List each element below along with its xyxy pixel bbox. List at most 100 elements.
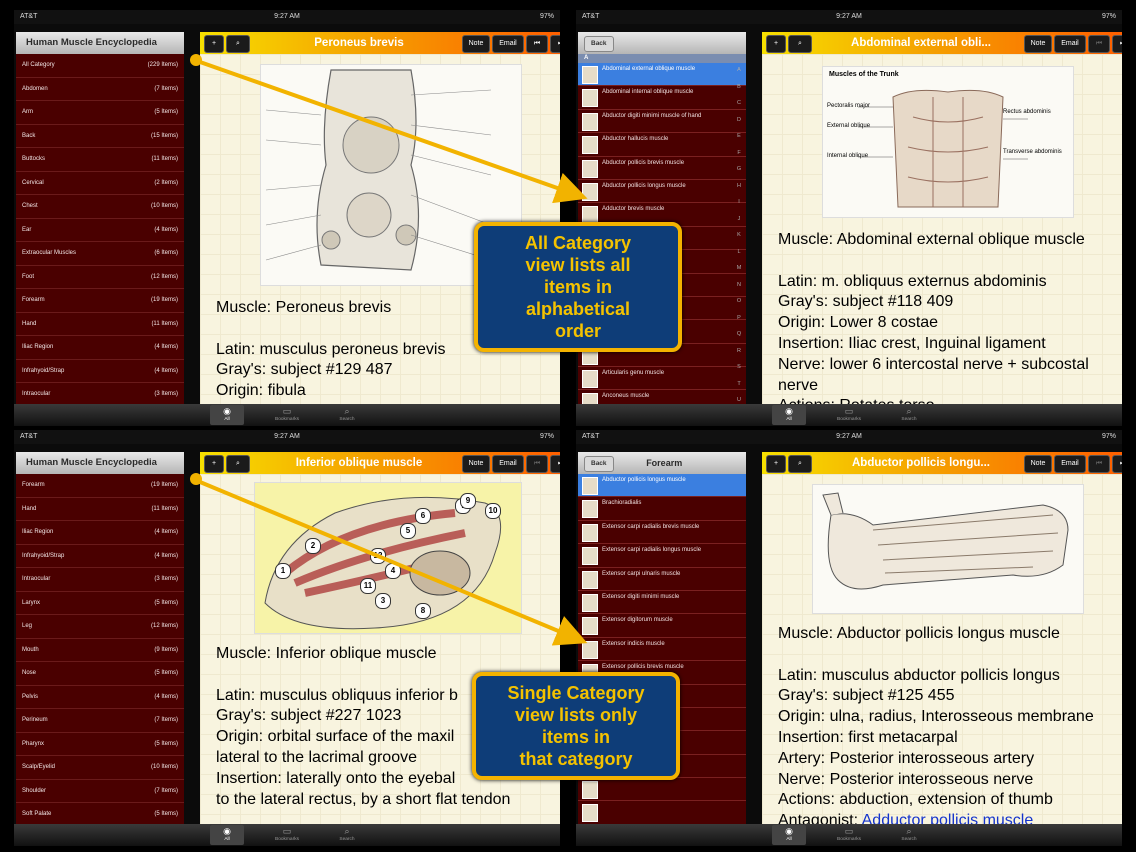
index-letter[interactable]: B [735,79,743,96]
tab-search[interactable]: ⌕ Search [892,825,926,845]
next-icon[interactable]: ⏭ [550,455,560,473]
index-letter[interactable]: D [735,112,743,129]
index-letter[interactable]: T [735,376,743,393]
sidebar-item-category[interactable]: Infrahyoid/Strap (4 Items) [16,544,184,568]
sidebar-item-category[interactable]: Perineum (7 Items) [16,709,184,733]
sidebar-item-category[interactable]: Back (15 Items) [16,124,184,148]
search-icon[interactable]: ⌕ [788,35,812,53]
sidebar-item-category[interactable]: Intraocular (3 Items) [16,568,184,592]
note-button[interactable]: Note [1024,35,1052,53]
tab-bookmarks[interactable]: ▭ Bookmarks [270,405,304,425]
list-item[interactable]: Abductor digiti minimi muscle of hand [578,110,746,134]
sidebar-item-category[interactable]: Ear (4 Items) [16,218,184,242]
list-item[interactable]: Extensor carpi radialis longus muscle [578,544,746,568]
list-item[interactable]: Brachioradialis [578,497,746,521]
list-item[interactable]: Extensor carpi radialis brevis muscle [578,521,746,545]
index-letter[interactable]: I [735,194,743,211]
previous-icon[interactable]: ⏮ [1088,455,1110,473]
sidebar-item-category[interactable]: Intraocular (3 Items) [16,383,184,404]
index-letter[interactable]: J [735,211,743,228]
sidebar-item-category[interactable]: Larynx (5 Items) [16,591,184,615]
search-icon[interactable]: ⌕ [226,35,250,53]
index-letter[interactable]: C [735,95,743,112]
tab-all[interactable]: ◉ All [210,405,244,425]
tab-search[interactable]: ⌕ Search [892,405,926,425]
list-item[interactable]: Extensor digitorum muscle [578,614,746,638]
index-letter[interactable]: Q [735,326,743,343]
list-item[interactable] [578,778,746,802]
index-letter[interactable]: U [735,392,743,404]
sidebar-item-category[interactable]: Foot (12 Items) [16,265,184,289]
sidebar-item-category[interactable]: Cervical (2 Items) [16,171,184,195]
previous-icon[interactable]: ⏮ [526,35,548,53]
sidebar-item-category[interactable]: Leg (12 Items) [16,615,184,639]
sidebar-item-category[interactable]: Hand (11 Items) [16,497,184,521]
sidebar-item-category[interactable]: Shoulder (7 Items) [16,779,184,803]
next-icon[interactable]: ⏭ [550,35,560,53]
sidebar-item-category[interactable]: Chest (10 Items) [16,195,184,219]
list-item[interactable]: Extensor digiti minimi muscle [578,591,746,615]
sidebar-item-category[interactable]: Iliac Region (4 Items) [16,521,184,545]
sidebar-item-category[interactable]: Pharynx (5 Items) [16,732,184,756]
list-item[interactable]: Extensor indicis muscle [578,638,746,662]
sidebar-item-category[interactable]: Hand (11 Items) [16,312,184,336]
add-bookmark-button[interactable]: + [204,35,224,53]
previous-icon[interactable]: ⏮ [526,455,548,473]
list-item[interactable] [578,801,746,824]
sidebar-item-category[interactable]: Infrahyoid/Strap (4 Items) [16,359,184,383]
tab-search[interactable]: ⌕ Search [330,405,364,425]
search-icon[interactable]: ⌕ [226,455,250,473]
antagonist-link[interactable]: Adductor pollicis muscle [862,812,1034,824]
tab-all[interactable]: ◉ All [772,405,806,425]
sidebar-item-category[interactable]: Soft Palate (5 Items) [16,803,184,824]
index-letter[interactable]: K [735,227,743,244]
sidebar-item-category[interactable]: Buttocks (11 Items) [16,148,184,172]
index-letter[interactable]: M [735,260,743,277]
index-letter[interactable]: F [735,145,743,162]
previous-icon[interactable]: ⏮ [1088,35,1110,53]
email-button[interactable]: Email [1054,35,1086,53]
sidebar-item-category[interactable]: Mouth (9 Items) [16,638,184,662]
sidebar-item-category[interactable]: Iliac Region (4 Items) [16,336,184,360]
sidebar-item-category[interactable]: Abdomen (7 Items) [16,77,184,101]
tab-bookmarks[interactable]: ▭ Bookmarks [832,405,866,425]
list-item[interactable]: Abdominal external oblique muscle [578,63,746,87]
list-item[interactable]: Abductor pollicis longus muscle [578,180,746,204]
index-letter[interactable]: A [735,62,743,79]
list-item[interactable]: Abductor pollicis brevis muscle [578,157,746,180]
list-item[interactable]: Extensor carpi ulnaris muscle [578,568,746,591]
index-letter[interactable]: E [735,128,743,145]
tab-all[interactable]: ◉ All [772,825,806,845]
index-letter[interactable]: L [735,244,743,261]
index-letter[interactable]: O [735,293,743,310]
next-icon[interactable]: ⏭ [1112,35,1122,53]
note-button[interactable]: Note [1024,455,1052,473]
tab-bookmarks[interactable]: ▭ Bookmarks [832,825,866,845]
index-letter[interactable]: R [735,343,743,360]
sidebar-item-category[interactable]: All Category (229 Items) [16,54,184,78]
sidebar-item-category[interactable]: Forearm (19 Items) [16,289,184,313]
back-button[interactable]: Back [584,456,614,472]
list-item[interactable]: Abductor pollicis longus muscle [578,474,746,498]
note-button[interactable]: Note [462,455,490,473]
alphabet-index[interactable]: ABCDEFGHIJKLMNOPQRSTU [735,62,743,404]
note-button[interactable]: Note [462,35,490,53]
search-icon[interactable]: ⌕ [788,455,812,473]
list-item[interactable]: Articularis genu muscle [578,367,746,391]
sidebar-item-category[interactable]: Extraocular Muscles (6 Items) [16,242,184,266]
sidebar-item-category[interactable]: Pelvis (4 Items) [16,685,184,709]
index-letter[interactable]: S [735,359,743,376]
index-letter[interactable]: G [735,161,743,178]
sidebar-item-category[interactable]: Forearm (19 Items) [16,474,184,498]
index-letter[interactable]: N [735,277,743,294]
list-item[interactable]: Abductor hallucis muscle [578,133,746,157]
next-icon[interactable]: ⏭ [1112,455,1122,473]
add-bookmark-button[interactable]: + [766,35,786,53]
email-button[interactable]: Email [492,35,524,53]
email-button[interactable]: Email [492,455,524,473]
back-button[interactable]: Back [584,36,614,52]
add-bookmark-button[interactable]: + [204,455,224,473]
tab-bookmarks[interactable]: ▭ Bookmarks [270,825,304,845]
index-letter[interactable]: H [735,178,743,195]
sidebar-item-category[interactable]: Nose (5 Items) [16,662,184,686]
